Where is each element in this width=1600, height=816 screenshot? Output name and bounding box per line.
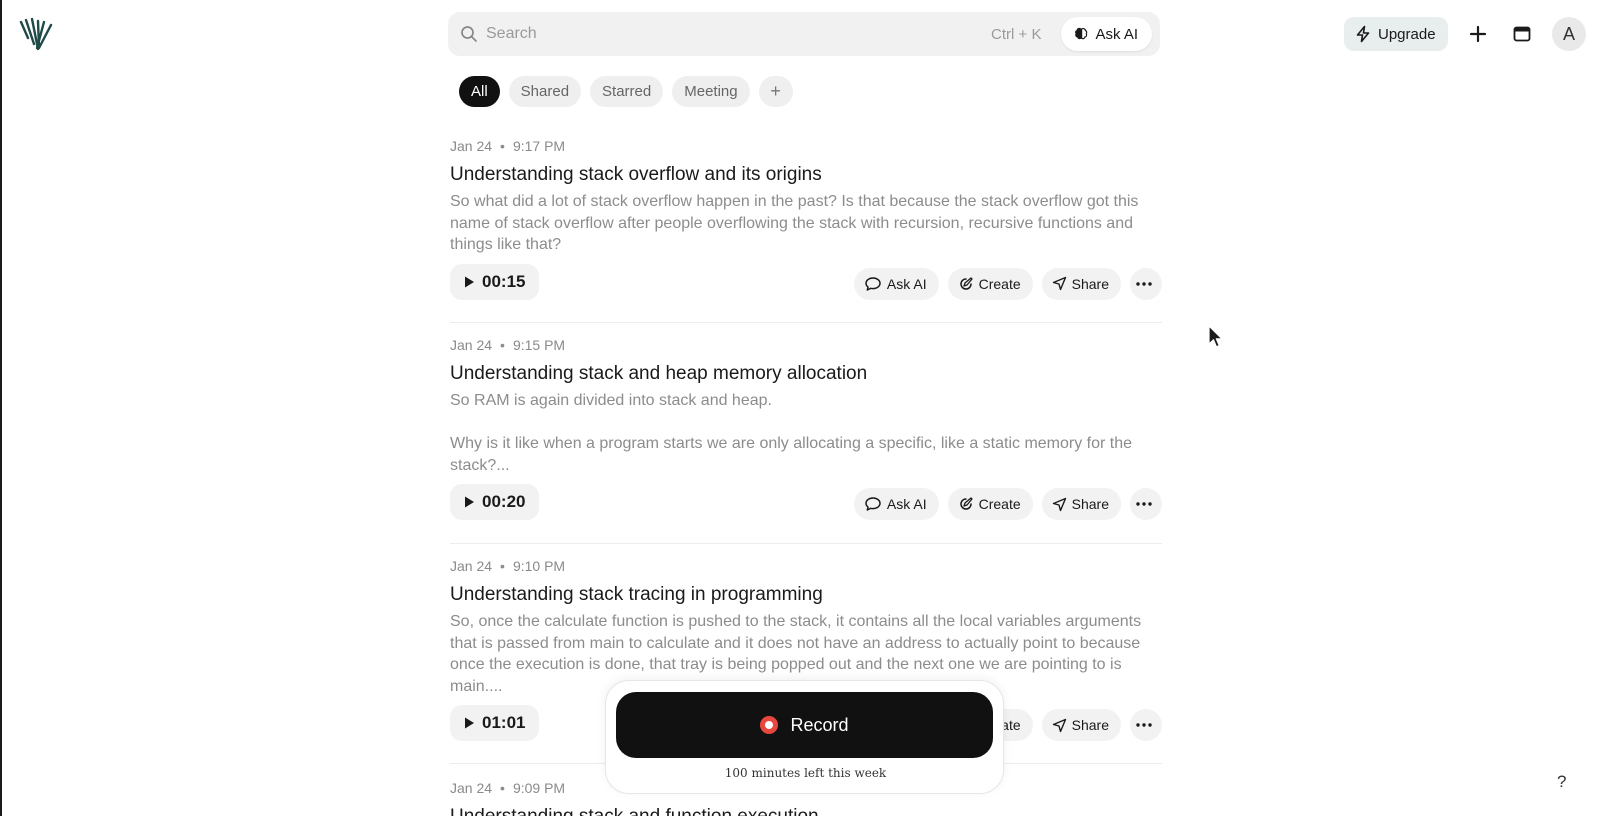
note-title[interactable]: Understanding stack tracing in programmi… [450, 583, 1162, 607]
search-icon [461, 26, 477, 42]
ask-ai-button[interactable]: Ask AI [1061, 17, 1152, 51]
create-button[interactable]: Create [947, 267, 1033, 300]
note-excerpt: So RAM is again divided into stack and h… [450, 392, 1133, 474]
ask-ai-button[interactable]: Ask AI [853, 488, 939, 521]
note-meta: Jan 24 • 9:10 PM [450, 558, 566, 574]
note-title[interactable]: Understanding stack and function executi… [450, 805, 1162, 816]
ask-ai-label: Ask AI [886, 496, 927, 513]
minutes-remaining: 100 minutes left this week [724, 766, 887, 780]
note-time: 9:10 PM [512, 558, 566, 574]
create-label: Create [978, 496, 1021, 513]
note-date: Jan 24 [450, 558, 493, 574]
upgrade-button[interactable]: Upgrade [1344, 17, 1448, 51]
search-input[interactable]: Search [486, 25, 991, 43]
note-actions: 00:15 Ask AI Create Share [450, 263, 1162, 300]
brain-icon [1075, 27, 1088, 40]
note-time: 9:17 PM [512, 138, 566, 154]
avatar[interactable]: A [1552, 17, 1586, 51]
play-icon [465, 496, 474, 508]
mouse-cursor-icon [1208, 325, 1224, 354]
calendar-icon [1513, 26, 1531, 42]
lightning-icon [1356, 25, 1370, 43]
duration: 01:01 [482, 713, 526, 733]
note-time: 9:09 PM [512, 780, 566, 796]
note-meta: Jan 24 • 9:15 PM [450, 337, 566, 353]
calendar-button[interactable] [1505, 17, 1539, 51]
note-date: Jan 24 [450, 780, 493, 796]
app-logo[interactable] [18, 14, 54, 52]
ellipsis-icon [1135, 282, 1152, 286]
window-edge [0, 0, 2, 816]
note-time: 9:15 PM [512, 337, 566, 353]
filter-all[interactable]: All [459, 76, 500, 107]
note-meta: Jan 24 • 9:17 PM [450, 138, 566, 154]
share-button[interactable]: Share [1041, 488, 1121, 521]
search-shortcut: Ctrl + K [991, 25, 1042, 43]
more-options-button[interactable] [1130, 488, 1162, 521]
more-options-button[interactable] [1130, 709, 1162, 742]
filter-shared[interactable]: Shared [508, 76, 582, 107]
divider [450, 543, 1162, 544]
upgrade-label: Upgrade [1378, 25, 1436, 43]
play-icon [465, 717, 474, 729]
chat-bubble-icon [865, 277, 881, 291]
help-button[interactable]: ? [1557, 772, 1566, 792]
note-excerpt: So what did a lot of stack overflow happ… [450, 193, 1139, 254]
send-icon [1052, 277, 1066, 291]
send-icon [1052, 718, 1066, 733]
search-bar[interactable]: Search Ctrl + K Ask AI [448, 12, 1160, 56]
divider [450, 322, 1162, 323]
ellipsis-icon [1135, 502, 1152, 507]
play-button[interactable]: 00:20 [450, 484, 540, 521]
share-button[interactable]: Share [1041, 267, 1121, 300]
ask-ai-button[interactable]: Ask AI [853, 267, 939, 300]
ask-ai-label: Ask AI [886, 275, 927, 292]
filter-meeting[interactable]: Meeting [672, 76, 750, 107]
send-icon [1052, 497, 1066, 512]
recorder-panel: Record 100 minutes left this week [605, 680, 1004, 794]
play-button[interactable]: 01:01 [450, 705, 540, 742]
share-label: Share [1071, 717, 1109, 734]
duration: 00:20 [482, 492, 526, 512]
create-icon [959, 277, 973, 290]
duration: 00:15 [482, 271, 526, 291]
create-button[interactable]: Create [947, 488, 1033, 521]
note-item[interactable]: Jan 24 • 9:17 PM Understanding stack overf… [450, 138, 1162, 300]
chat-bubble-icon [865, 497, 881, 512]
create-icon [959, 497, 973, 511]
play-button[interactable]: 00:15 [450, 263, 540, 300]
share-label: Share [1071, 275, 1109, 292]
share-label: Share [1071, 496, 1109, 513]
note-date: Jan 24 [450, 337, 493, 353]
note-actions: 00:20 Ask AI Create Share [450, 484, 1162, 521]
play-icon [465, 276, 474, 288]
filter-starred[interactable]: Starred [590, 76, 664, 107]
plus-icon [1469, 25, 1487, 43]
create-label: Create [978, 275, 1021, 292]
filter-bar: All Shared Starred Meeting + [459, 76, 793, 107]
new-note-button[interactable] [1461, 17, 1495, 51]
note-date: Jan 24 [450, 138, 493, 154]
note-item[interactable]: Jan 24 • 9:15 PM Understanding stack and h… [450, 337, 1162, 521]
ask-ai-label: Ask AI [1095, 25, 1138, 43]
more-options-button[interactable] [1130, 267, 1162, 300]
add-filter-button[interactable]: + [758, 76, 793, 107]
record-label: Record [790, 714, 849, 735]
record-button[interactable]: Record [616, 692, 993, 758]
share-button[interactable]: Share [1041, 709, 1121, 742]
ellipsis-icon [1135, 723, 1152, 728]
note-title[interactable]: Understanding stack and heap memory allo… [450, 362, 1162, 386]
record-icon [760, 716, 779, 734]
note-title[interactable]: Understanding stack overflow and its ori… [450, 163, 1162, 187]
